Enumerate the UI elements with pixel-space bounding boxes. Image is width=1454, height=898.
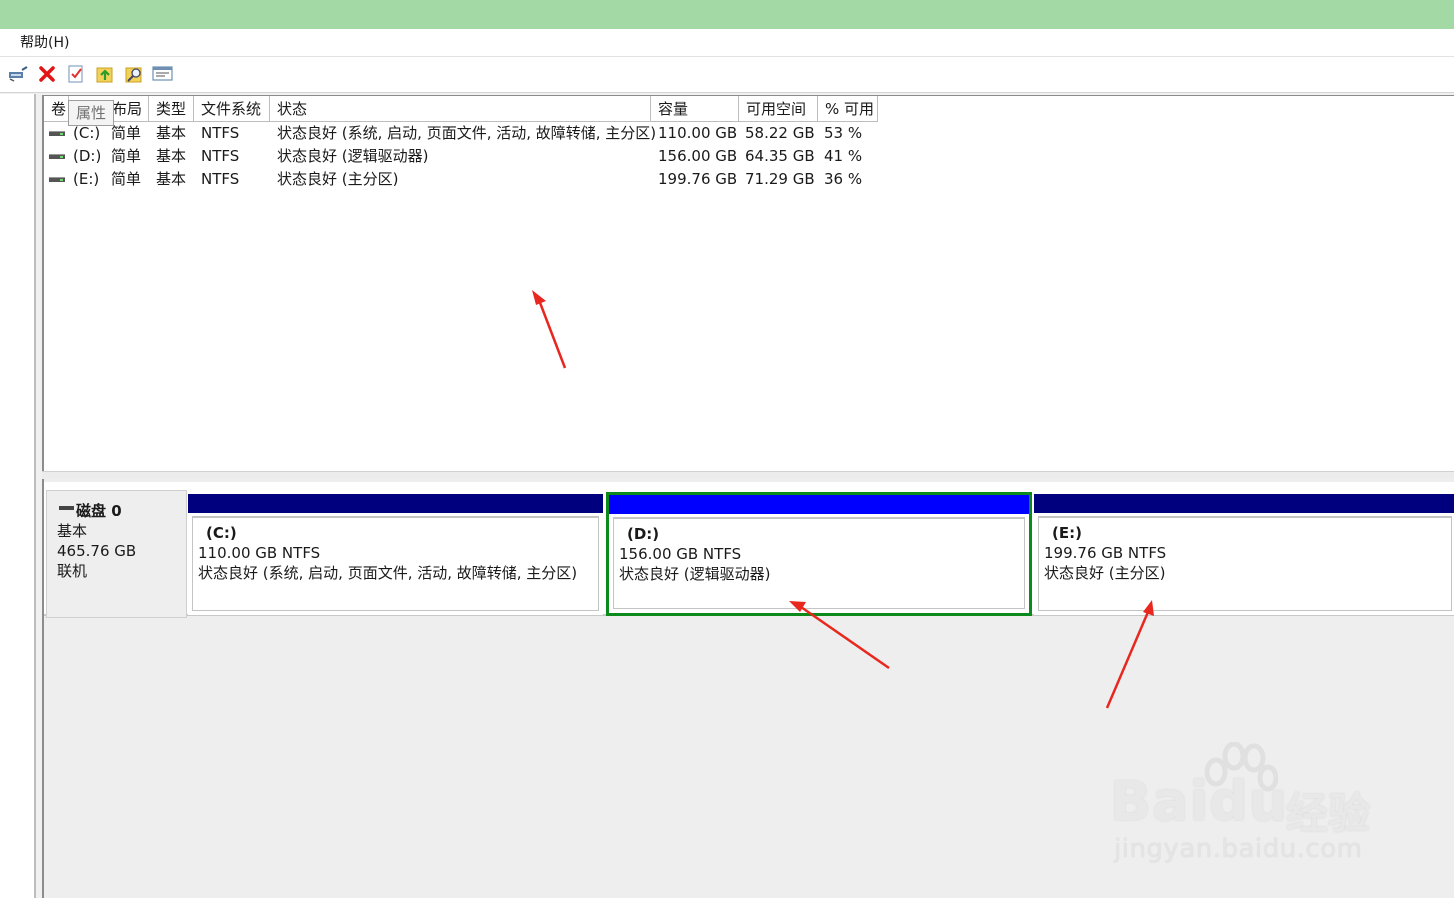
- toolbar: [0, 57, 1454, 93]
- cell-status: 状态良好 (主分区): [277, 170, 399, 188]
- cell-percent-free: 53 %: [824, 124, 863, 142]
- disk-title: 磁盘 0: [57, 501, 186, 521]
- baidu-watermark: Baidu 经验 jingyan.baidu.com: [1110, 742, 1390, 872]
- drive-icon: [49, 154, 65, 159]
- cell-type: 基本: [156, 124, 187, 142]
- menu-bar: 帮助(H): [0, 29, 1454, 57]
- delete-icon[interactable]: [36, 63, 58, 85]
- partition-c[interactable]: (C:) 110.00 GB NTFS 状态良好 (系统, 启动, 页面文件, …: [188, 494, 603, 615]
- cell-volume: (D:): [73, 147, 102, 165]
- partition-body: (D:) 156.00 GB NTFS 状态良好 (逻辑驱动器): [613, 517, 1025, 609]
- partition-e[interactable]: (E:) 199.76 GB NTFS 状态良好 (主分区): [1034, 494, 1454, 615]
- watermark-brand-cn: 经验: [1286, 789, 1371, 838]
- disk-info[interactable]: 磁盘 0 基本 465.76 GB 联机: [46, 490, 187, 618]
- disk-size: 465.76 GB: [57, 542, 137, 560]
- partition-bar: [609, 495, 1029, 514]
- partition-size: 156.00 GB NTFS: [619, 545, 742, 563]
- cell-capacity: 110.00 GB: [658, 124, 738, 142]
- volume-row[interactable]: (D:) 简单 基本 NTFS 状态良好 (逻辑驱动器) 156.00 GB 6…: [44, 145, 1454, 167]
- column-header-capacity[interactable]: 容量: [651, 96, 739, 122]
- volume-row[interactable]: (C:) 简单 基本 NTFS 状态良好 (系统, 启动, 页面文件, 活动, …: [44, 122, 1454, 144]
- partition-body: (C:) 110.00 GB NTFS 状态良好 (系统, 启动, 页面文件, …: [192, 516, 599, 611]
- checklist-icon[interactable]: [65, 63, 87, 85]
- watermark-brand: Baidu: [1110, 770, 1289, 833]
- volume-list: 卷 布局 类型 文件系统 状态 容量 可用空间 % 可用 (C:) 简单 基本 …: [42, 95, 1454, 471]
- column-header-type[interactable]: 类型: [149, 96, 194, 122]
- column-header-status[interactable]: 状态: [270, 96, 651, 122]
- drive-icon: [49, 177, 65, 182]
- search-folder-icon[interactable]: [123, 63, 145, 85]
- disk-icon: [59, 506, 74, 510]
- partition-size: 199.76 GB NTFS: [1044, 544, 1167, 562]
- partition-name: (D:): [627, 525, 660, 543]
- partition-status: 状态良好 (逻辑驱动器): [619, 565, 771, 583]
- cell-type: 基本: [156, 170, 187, 188]
- column-header-free-space[interactable]: 可用空间: [739, 96, 818, 122]
- cell-status: 状态良好 (系统, 启动, 页面文件, 活动, 故障转储, 主分区): [277, 124, 657, 142]
- properties-tooltip: 属性: [68, 100, 114, 126]
- partition-d[interactable]: (D:) 156.00 GB NTFS 状态良好 (逻辑驱动器): [606, 492, 1032, 616]
- partition-size: 110.00 GB NTFS: [198, 544, 321, 562]
- cell-layout: 简单: [111, 124, 142, 142]
- partition-status: 状态良好 (系统, 启动, 页面文件, 活动, 故障转储, 主分区): [198, 564, 578, 582]
- volume-row[interactable]: (E:) 简单 基本 NTFS 状态良好 (主分区) 199.76 GB 71.…: [44, 168, 1454, 190]
- partition-status: 状态良好 (主分区): [1044, 564, 1166, 582]
- partition-name: (E:): [1052, 524, 1082, 542]
- cell-filesystem: NTFS: [201, 147, 240, 165]
- disk-state: 联机: [57, 562, 88, 580]
- window-title-bar: [0, 0, 1454, 29]
- partition-name: (C:): [206, 524, 237, 542]
- cell-free-space: 64.35 GB: [745, 147, 815, 165]
- partition-bar: [188, 494, 603, 513]
- cell-free-space: 58.22 GB: [745, 124, 815, 142]
- connect-icon[interactable]: [7, 63, 29, 85]
- cell-status: 状态良好 (逻辑驱动器): [277, 147, 429, 165]
- column-header-filesystem[interactable]: 文件系统: [194, 96, 270, 122]
- cell-layout: 简单: [111, 170, 142, 188]
- watermark-url: jingyan.baidu.com: [1114, 834, 1363, 864]
- volume-list-header: 卷 布局 类型 文件系统 状态 容量 可用空间 % 可用: [44, 96, 1454, 122]
- cell-type: 基本: [156, 147, 187, 165]
- pane-splitter[interactable]: [42, 471, 1454, 479]
- cell-filesystem: NTFS: [201, 170, 240, 188]
- column-header-volume[interactable]: 卷: [44, 96, 69, 122]
- cell-percent-free: 36 %: [824, 170, 863, 188]
- console-tree-pane: [0, 94, 36, 898]
- column-header-percent-free[interactable]: % 可用: [818, 96, 878, 122]
- partition-bar: [1034, 494, 1454, 513]
- up-folder-icon[interactable]: [94, 63, 116, 85]
- cell-layout: 简单: [111, 147, 142, 165]
- properties-icon[interactable]: [152, 63, 174, 85]
- cell-free-space: 71.29 GB: [745, 170, 815, 188]
- cell-capacity: 199.76 GB: [658, 170, 738, 188]
- cell-volume: (E:): [73, 170, 100, 188]
- drive-icon: [49, 131, 65, 136]
- cell-percent-free: 41 %: [824, 147, 863, 165]
- disk-row: 磁盘 0 基本 465.76 GB 联机 (C:) 110.00 GB NTFS…: [44, 482, 1454, 618]
- cell-filesystem: NTFS: [201, 124, 240, 142]
- partition-body: (E:) 199.76 GB NTFS 状态良好 (主分区): [1038, 516, 1452, 611]
- disk-name: 磁盘 0: [76, 502, 122, 520]
- menu-help[interactable]: 帮助(H): [12, 34, 77, 52]
- cell-capacity: 156.00 GB: [658, 147, 738, 165]
- disk-type: 基本: [57, 522, 88, 540]
